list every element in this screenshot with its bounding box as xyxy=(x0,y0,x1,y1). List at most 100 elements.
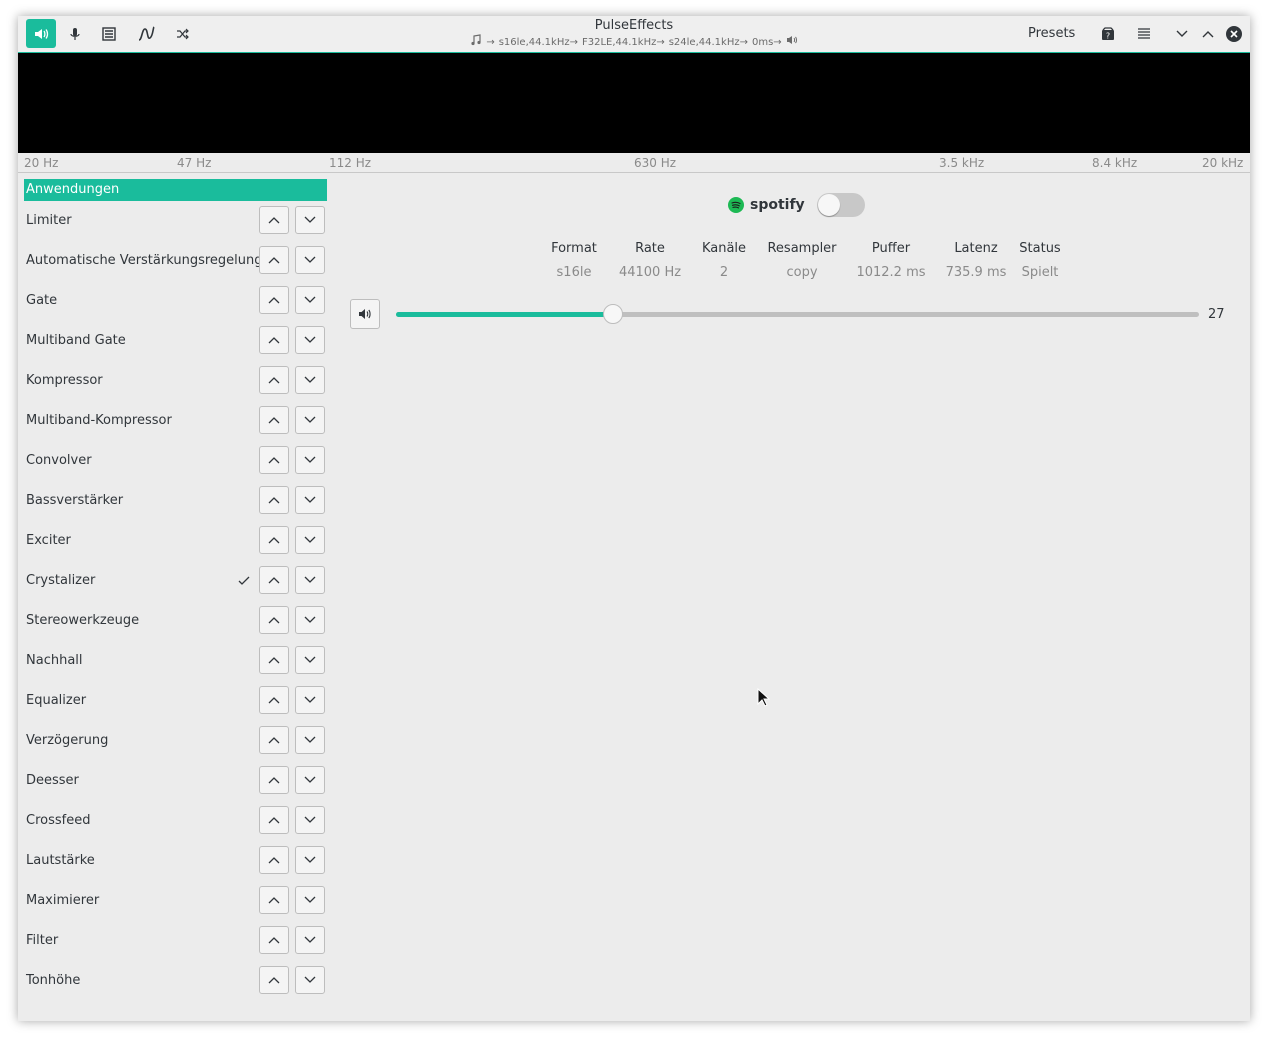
svg-text:?: ? xyxy=(1106,32,1110,41)
chevron-up-icon xyxy=(268,257,280,264)
freq-label: 20 kHz xyxy=(1202,156,1244,170)
sidebar-item[interactable]: Limiter xyxy=(24,201,327,241)
volume-slider-handle[interactable] xyxy=(602,304,623,324)
move-down-button[interactable] xyxy=(295,726,325,754)
move-up-button[interactable] xyxy=(259,206,289,234)
close-icon[interactable] xyxy=(1224,24,1244,44)
move-down-button[interactable] xyxy=(295,886,325,914)
sidebar-item-label: Stereowerkzeuge xyxy=(26,613,140,628)
move-up-button[interactable] xyxy=(259,566,289,594)
move-up-button[interactable] xyxy=(259,966,289,994)
sidebar-item-label: Tonhöhe xyxy=(26,973,81,988)
move-up-button[interactable] xyxy=(259,846,289,874)
music-note-icon xyxy=(470,34,482,52)
sidebar-item[interactable]: Automatische Verstärkungsregelung xyxy=(24,241,327,281)
sidebar-item[interactable]: Multiband Gate xyxy=(24,321,327,361)
move-up-button[interactable] xyxy=(259,806,289,834)
plugin-sidebar: Anwendungen Limiter Automatische Verstärk… xyxy=(24,179,327,1001)
move-up-button[interactable] xyxy=(259,486,289,514)
move-down-button[interactable] xyxy=(295,566,325,594)
sidebar-item[interactable]: Nachhall xyxy=(24,641,327,681)
chevron-up-icon xyxy=(268,337,280,344)
move-down-button[interactable] xyxy=(295,766,325,794)
freq-label: 630 Hz xyxy=(634,156,677,170)
switch-knob xyxy=(817,194,840,216)
sidebar-item[interactable]: Verzögerung xyxy=(24,721,327,761)
chevron-down-icon xyxy=(304,536,316,543)
mute-button[interactable] xyxy=(350,299,380,329)
sidebar-item[interactable]: Bassverstärker xyxy=(24,481,327,521)
move-down-button[interactable] xyxy=(295,966,325,994)
freq-label: 20 Hz xyxy=(24,156,59,170)
sidebar-item[interactable]: Kompressor xyxy=(24,361,327,401)
sidebar-item[interactable]: Deesser xyxy=(24,761,327,801)
minimize-icon[interactable] xyxy=(1172,24,1192,44)
move-up-button[interactable] xyxy=(259,926,289,954)
chevron-down-icon xyxy=(304,856,316,863)
move-up-button[interactable] xyxy=(259,286,289,314)
app-enable-switch[interactable] xyxy=(816,193,865,217)
move-up-button[interactable] xyxy=(259,526,289,554)
move-down-button[interactable] xyxy=(295,846,325,874)
move-down-button[interactable] xyxy=(295,406,325,434)
sidebar-item-label: Convolver xyxy=(26,453,92,468)
chevron-up-icon xyxy=(268,817,280,824)
sidebar-item[interactable]: Tonhöhe xyxy=(24,961,327,1001)
move-up-button[interactable] xyxy=(259,366,289,394)
move-up-button[interactable] xyxy=(259,686,289,714)
chevron-up-icon xyxy=(268,377,280,384)
sidebar-item[interactable]: Filter xyxy=(24,921,327,961)
chevron-down-icon xyxy=(304,376,316,383)
chevron-down-icon xyxy=(304,416,316,423)
sidebar-item[interactable]: Multiband-Kompressor xyxy=(24,401,327,441)
chevron-up-icon xyxy=(268,697,280,704)
move-down-button[interactable] xyxy=(295,366,325,394)
volume-icon xyxy=(359,309,371,319)
move-down-button[interactable] xyxy=(295,206,325,234)
sidebar-item-label: Multiband-Kompressor xyxy=(26,413,172,428)
move-up-button[interactable] xyxy=(259,726,289,754)
menu-icon[interactable] xyxy=(1134,24,1154,44)
move-up-button[interactable] xyxy=(259,246,289,274)
sidebar-item[interactable]: Equalizer xyxy=(24,681,327,721)
move-down-button[interactable] xyxy=(295,326,325,354)
move-up-button[interactable] xyxy=(259,886,289,914)
chevron-down-icon xyxy=(304,456,316,463)
sidebar-item[interactable]: Maximierer xyxy=(24,881,327,921)
move-down-button[interactable] xyxy=(295,446,325,474)
sidebar-item-label: Filter xyxy=(26,933,59,948)
maximize-icon[interactable] xyxy=(1198,24,1218,44)
move-up-button[interactable] xyxy=(259,406,289,434)
sidebar-item[interactable]: Crystalizer xyxy=(24,561,327,601)
sidebar-item[interactable]: Convolver xyxy=(24,441,327,481)
sidebar-item[interactable]: Gate xyxy=(24,281,327,321)
move-down-button[interactable] xyxy=(295,806,325,834)
move-down-button[interactable] xyxy=(295,526,325,554)
move-down-button[interactable] xyxy=(295,646,325,674)
help-icon[interactable]: ? xyxy=(1098,24,1118,44)
presets-button[interactable]: Presets xyxy=(1028,26,1075,41)
sidebar-item[interactable]: Crossfeed xyxy=(24,801,327,841)
move-up-button[interactable] xyxy=(259,326,289,354)
move-up-button[interactable] xyxy=(259,606,289,634)
move-down-button[interactable] xyxy=(295,486,325,514)
chevron-down-icon xyxy=(304,296,316,303)
sidebar-item-applications[interactable]: Anwendungen xyxy=(24,179,327,201)
sidebar-item-label: Automatische Verstärkungsregelung xyxy=(26,253,263,268)
move-up-button[interactable] xyxy=(259,766,289,794)
sidebar-item-label: Crossfeed xyxy=(26,813,91,828)
move-up-button[interactable] xyxy=(259,646,289,674)
sidebar-item[interactable]: Stereowerkzeuge xyxy=(24,601,327,641)
chevron-down-icon xyxy=(304,576,316,583)
move-down-button[interactable] xyxy=(295,686,325,714)
move-up-button[interactable] xyxy=(259,446,289,474)
move-down-button[interactable] xyxy=(295,606,325,634)
move-down-button[interactable] xyxy=(295,926,325,954)
sidebar-item[interactable]: Exciter xyxy=(24,521,327,561)
move-down-button[interactable] xyxy=(295,286,325,314)
move-down-button[interactable] xyxy=(295,246,325,274)
column-value: copy xyxy=(786,265,818,280)
volume-slider[interactable] xyxy=(396,304,1199,324)
sidebar-item[interactable]: Lautstärke xyxy=(24,841,327,881)
chevron-down-icon xyxy=(304,216,316,223)
